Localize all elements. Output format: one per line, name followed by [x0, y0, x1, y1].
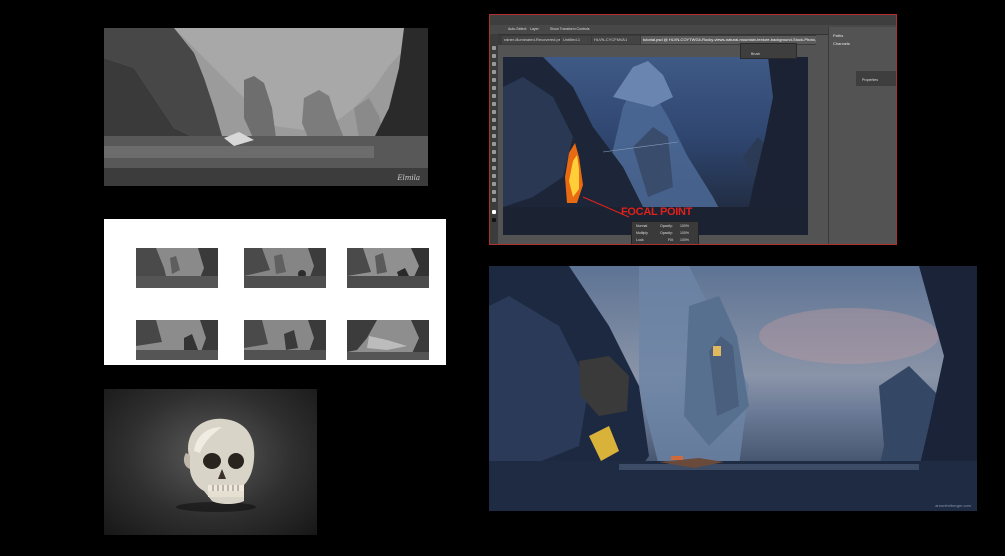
paths-panel-tab[interactable]: Paths: [833, 33, 843, 38]
history-brush-tool-icon[interactable]: [492, 118, 496, 122]
value-sketch-image: Elmila: [104, 28, 428, 186]
type-tool-icon[interactable]: [492, 166, 496, 170]
thumbnail-sketch: [347, 320, 429, 360]
final-painting-image: arnonfreiberger.com: [489, 266, 977, 511]
thumbnail-sketch: [244, 248, 326, 288]
crop-tool-icon[interactable]: [492, 78, 496, 82]
watermark: arnonfreiberger.com: [935, 503, 971, 508]
marquee-tool-icon[interactable]: [492, 54, 496, 58]
zoom-tool-icon[interactable]: [492, 198, 496, 202]
fill-label: Fill:: [668, 238, 674, 242]
opacity-label: Opacity:: [660, 231, 673, 235]
pen-tool-icon[interactable]: [492, 158, 496, 162]
lasso-tool-icon[interactable]: [492, 62, 496, 66]
menu-bar: [490, 15, 896, 25]
foreground-color-icon[interactable]: [492, 210, 496, 214]
blend-mode-label[interactable]: Normal: [636, 224, 647, 228]
eraser-tool-icon[interactable]: [492, 126, 496, 130]
move-tool-icon[interactable]: [492, 46, 496, 50]
healing-tool-icon[interactable]: [492, 94, 496, 98]
clone-tool-icon[interactable]: [492, 110, 496, 114]
thumbnail-sketch: [244, 320, 326, 360]
path-select-tool-icon[interactable]: [492, 174, 496, 178]
blur-tool-icon[interactable]: [492, 142, 496, 146]
hand-tool-icon[interactable]: [492, 190, 496, 194]
tools-panel: [490, 34, 498, 244]
quick-select-tool-icon[interactable]: [492, 70, 496, 74]
value-sketch-art: [104, 28, 428, 186]
lock-label: Lock:: [636, 238, 645, 242]
skull-reference-image: [104, 389, 317, 535]
shape-tool-icon[interactable]: [492, 182, 496, 186]
focal-point-label: FOCAL POINT: [621, 206, 693, 218]
document-tab[interactable]: HLVN-CYCFMVA1: [592, 36, 640, 44]
brush-tool-icon[interactable]: [492, 102, 496, 106]
photoshop-window: Auto-Select: Layer Show Transform Contro…: [489, 14, 897, 245]
thumbnail-sketch: [136, 320, 218, 360]
properties-label: Properties: [862, 78, 878, 82]
opacity-value[interactable]: 100%: [680, 231, 689, 235]
final-painting-art: [489, 266, 977, 511]
option-label[interactable]: Show Transform Controls: [550, 27, 590, 31]
document-tab[interactable]: Untitled-1: [561, 36, 591, 44]
floating-layers-panel[interactable]: Normal Opacity: 100% Multiply Opacity: 1…: [631, 221, 699, 244]
properties-panel[interactable]: Properties: [856, 71, 896, 86]
thumbnail-sketch: [347, 248, 429, 288]
right-panel-dock: Paths Channels: [828, 27, 896, 244]
thumbnail-sketch: [136, 248, 218, 288]
opacity-value[interactable]: 100%: [680, 224, 689, 228]
gradient-tool-icon[interactable]: [492, 134, 496, 138]
opacity-label: Opacity:: [660, 224, 673, 228]
brush-panel[interactable]: Brush: [740, 43, 797, 59]
thumbnail-sketches-panel: [104, 219, 446, 365]
skull-art: [176, 418, 256, 512]
background-color-icon[interactable]: [492, 218, 496, 222]
eyedropper-tool-icon[interactable]: [492, 86, 496, 90]
option-label[interactable]: Layer: [530, 27, 539, 31]
blend-mode-label[interactable]: Multiply: [636, 231, 648, 235]
channels-panel-tab[interactable]: Channels: [833, 41, 850, 46]
fill-value[interactable]: 100%: [680, 238, 689, 242]
dodge-tool-icon[interactable]: [492, 150, 496, 154]
option-label[interactable]: Auto-Select:: [508, 27, 527, 31]
brush-panel-label: Brush: [751, 52, 761, 56]
document-tab[interactable]: rainer-illuminated-Recovered.psd: [502, 36, 560, 44]
signature: Elmila: [397, 174, 420, 182]
